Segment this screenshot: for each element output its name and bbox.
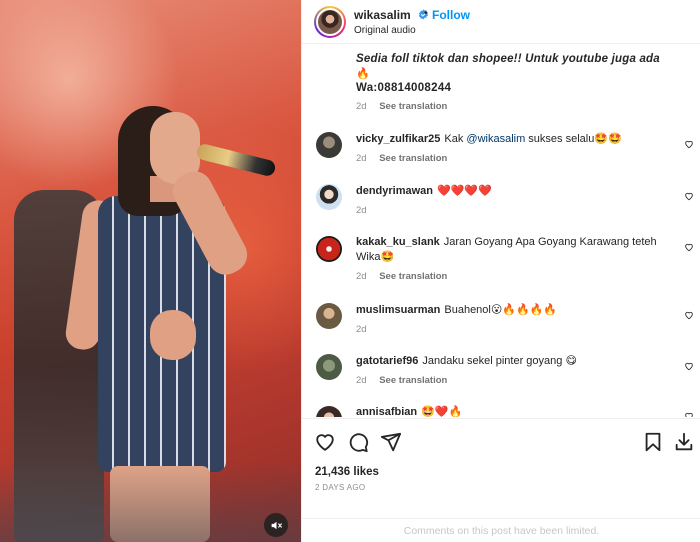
- caption-phone: Wa:08814008244: [356, 82, 452, 94]
- post-actions: 21,436 likes 2 DAYS AGO Comments on this…: [302, 418, 700, 542]
- comment-username[interactable]: vicky_zulfikar25: [356, 133, 440, 145]
- comment-body: sukses selalu🤩🤩: [525, 133, 622, 145]
- comment-age: 2d: [356, 375, 367, 386]
- like-heart-icon[interactable]: [314, 431, 336, 453]
- comment-text: muslimsuarman Buahenol😮🔥🔥🔥🔥: [356, 303, 676, 318]
- avatar[interactable]: [316, 406, 342, 417]
- comment-username[interactable]: gatotarief96: [356, 355, 418, 367]
- author-username[interactable]: wikasalim: [354, 8, 411, 22]
- avatar[interactable]: [316, 184, 342, 210]
- share-paper-plane-icon[interactable]: [380, 431, 402, 453]
- avatar[interactable]: [316, 354, 342, 380]
- comment-text: kakak_ku_slank Jaran Goyang Apa Goyang Ka…: [356, 235, 676, 265]
- comment-text: gatotarief96 Jandaku sekel pinter goyang …: [356, 354, 676, 369]
- caption-age: 2d: [356, 101, 367, 112]
- comment-text: dendyrimawan ❤️❤️❤️❤️: [356, 184, 676, 199]
- comment-bubble-icon[interactable]: [347, 431, 369, 453]
- post-photo[interactable]: [0, 0, 301, 542]
- see-translation-link[interactable]: See translation: [379, 271, 447, 282]
- comment-age: 2d: [356, 153, 367, 164]
- comment-text: vicky_zulfikar25 Kak @wikasalim sukses se…: [356, 132, 676, 147]
- comment-body: Buahenol😮🔥🔥🔥🔥: [444, 304, 558, 316]
- comment-meta: 2d See translation: [356, 375, 447, 386]
- likes-count[interactable]: 21,436 likes: [315, 466, 379, 478]
- caption-text: Sedia foll tiktok dan shopee!! Untuk you…: [356, 53, 660, 65]
- like-comment-heart-icon[interactable]: [684, 361, 694, 371]
- see-translation-link[interactable]: See translation: [379, 101, 447, 112]
- see-translation-link[interactable]: See translation: [379, 375, 447, 386]
- mention-link[interactable]: @wikasalim: [466, 133, 525, 145]
- comment-text: annisafbian 🤩❤️🔥: [356, 405, 676, 417]
- avatar[interactable]: [316, 303, 342, 329]
- audio-link[interactable]: Original audio: [354, 25, 416, 36]
- comment-body: ❤️❤️❤️❤️: [437, 185, 492, 197]
- download-icon[interactable]: [673, 431, 695, 453]
- separator-dot: •: [424, 8, 428, 19]
- comments-list[interactable]: Sedia foll tiktok dan shopee!! Untuk you…: [302, 45, 700, 417]
- comment-username[interactable]: muslimsuarman: [356, 304, 440, 316]
- comment-username[interactable]: dendyrimawan: [356, 185, 433, 197]
- post-date: 2 DAYS AGO: [315, 483, 366, 492]
- follow-button[interactable]: Follow: [432, 8, 470, 22]
- comment-body: Jandaku sekel pinter goyang 😋: [422, 355, 577, 367]
- post-header: wikasalim • Follow Original audio: [302, 0, 700, 44]
- like-comment-heart-icon[interactable]: [684, 139, 694, 149]
- comment-meta: 2d See translation: [356, 271, 447, 282]
- save-bookmark-icon[interactable]: [642, 431, 664, 453]
- author-avatar[interactable]: [314, 6, 346, 38]
- speaker-muted-icon: [271, 521, 282, 529]
- comment-meta: 2d: [356, 324, 367, 335]
- comment-age: 2d: [356, 324, 367, 335]
- like-comment-heart-icon[interactable]: [684, 310, 694, 320]
- comment-body: 🤩❤️🔥: [421, 406, 463, 417]
- comment-username[interactable]: kakak_ku_slank: [356, 236, 440, 248]
- avatar[interactable]: [316, 132, 342, 158]
- comment-body: Kak: [444, 133, 467, 145]
- post-panel: wikasalim • Follow Original audio Sedia …: [301, 0, 700, 542]
- comment-age: 2d: [356, 205, 367, 216]
- like-comment-heart-icon[interactable]: [684, 191, 694, 201]
- comment-meta: 2d: [356, 205, 367, 216]
- like-comment-heart-icon[interactable]: [684, 242, 694, 252]
- comments-limited-notice: Comments on this post have been limited.: [302, 518, 700, 542]
- like-comment-heart-icon[interactable]: [684, 411, 694, 417]
- comment-meta: 2d See translation: [356, 153, 447, 164]
- caption-emoji: 🔥: [356, 68, 370, 80]
- see-translation-link[interactable]: See translation: [379, 153, 447, 164]
- mute-button[interactable]: [264, 513, 288, 537]
- stage-floor: [0, 462, 301, 542]
- singer-hand: [150, 310, 196, 360]
- avatar[interactable]: [316, 236, 342, 262]
- comment-username[interactable]: annisafbian: [356, 406, 417, 417]
- caption-meta: 2d See translation: [356, 101, 447, 112]
- comment-age: 2d: [356, 271, 367, 282]
